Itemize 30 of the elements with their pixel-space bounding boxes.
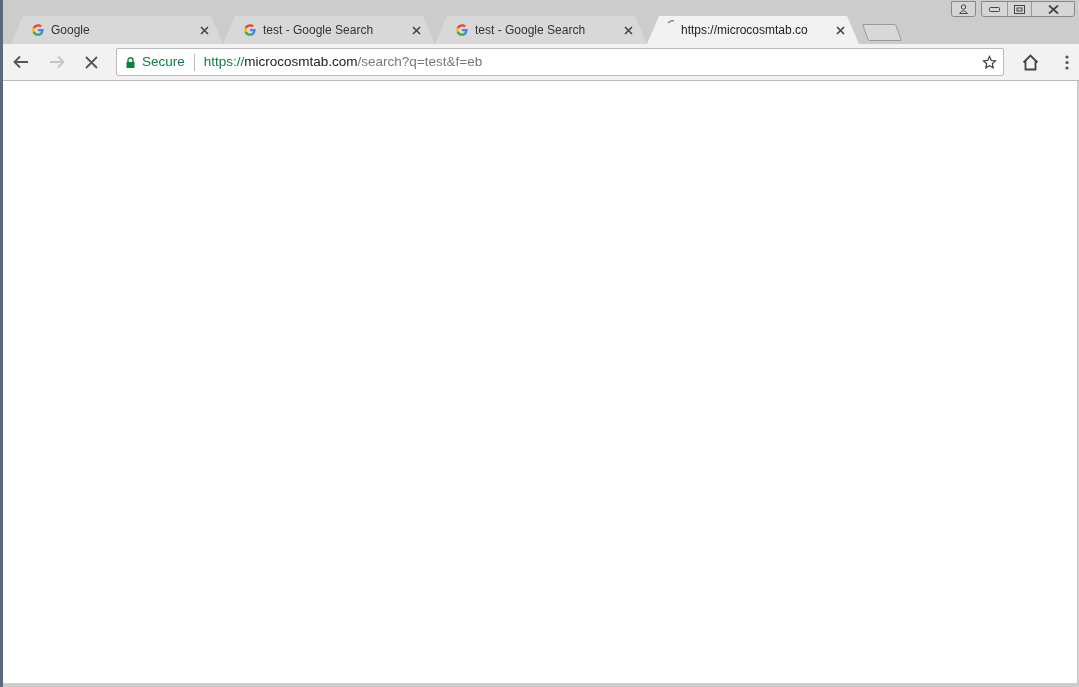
profile-button[interactable] <box>951 1 976 17</box>
tab-title: Google <box>51 22 91 39</box>
minimize-icon <box>989 6 1000 12</box>
browser-tab[interactable]: Google <box>11 16 223 44</box>
close-icon[interactable] <box>624 25 633 35</box>
close-icon[interactable] <box>836 25 845 35</box>
browser-tab[interactable]: test - Google Search <box>435 16 647 44</box>
menu-icon[interactable] <box>1065 54 1069 70</box>
home-icon[interactable] <box>1022 53 1039 71</box>
google-logo-icon <box>31 23 45 37</box>
url-text: https://microcosmtab.com/search?q=test&f=eb <box>203 52 484 71</box>
bookmark-star-icon[interactable] <box>982 54 997 70</box>
stop-icon[interactable] <box>85 55 98 69</box>
close-icon[interactable] <box>200 25 209 35</box>
restore-icon <box>1014 4 1025 14</box>
tab-title: https://microcosmtab.co <box>681 22 809 39</box>
lock-icon <box>126 56 135 68</box>
back-arrow-icon[interactable] <box>13 55 29 69</box>
person-icon <box>959 4 968 14</box>
browser-tab[interactable]: https://microcosmtab.co <box>647 16 859 44</box>
close-icon <box>1047 4 1059 14</box>
address-bar[interactable]: Secure https://microcosmtab.com/search?q=test&f=eb <box>116 48 1004 76</box>
security-label: Secure <box>142 52 185 71</box>
google-logo-icon <box>455 23 469 37</box>
loading-spinner-icon <box>667 20 675 24</box>
browser-tab[interactable]: test - Google Search <box>223 16 435 44</box>
close-icon[interactable] <box>412 25 421 35</box>
tab-title: test - Google Search <box>475 22 587 39</box>
google-logo-icon <box>243 23 257 37</box>
tab-title: test - Google Search <box>263 22 375 39</box>
